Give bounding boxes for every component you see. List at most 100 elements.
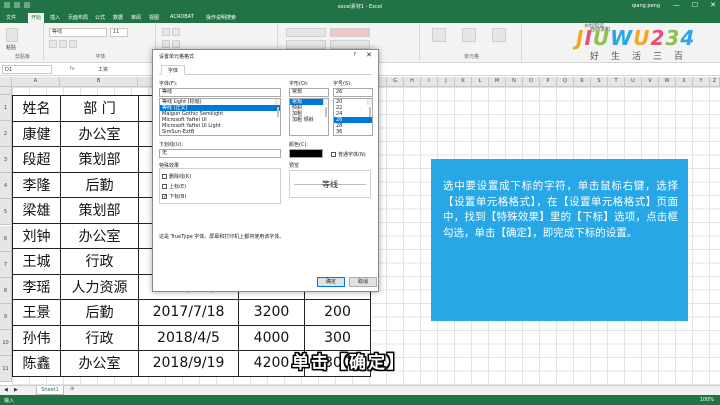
table-cell[interactable]: 段超 [12, 146, 61, 173]
row-header[interactable]: 4 [0, 173, 12, 200]
table-cell[interactable]: 人力资源 [60, 273, 139, 300]
size-input[interactable]: 26 [333, 88, 373, 97]
size-list-scrollbar[interactable] [367, 99, 372, 117]
checkbox-box[interactable] [162, 184, 167, 189]
superscript-checkbox[interactable]: 上标(E) [162, 183, 186, 190]
row-header[interactable]: 10 [0, 329, 12, 356]
font-size-select[interactable]: 11 [110, 28, 128, 37]
row-header[interactable]: 7 [0, 251, 12, 278]
column-header[interactable]: J [438, 77, 455, 87]
strikethrough-checkbox[interactable]: 删除线(K) [162, 173, 191, 180]
size-option[interactable]: 36 [334, 129, 372, 135]
table-cell[interactable]: 陈鑫 [12, 350, 61, 377]
column-header[interactable]: S [591, 77, 608, 87]
column-header[interactable]: A [12, 77, 60, 87]
font-input[interactable]: 等线 [159, 88, 281, 97]
table-cell[interactable]: 行政 [60, 248, 139, 275]
table-cell[interactable]: 3200 [238, 299, 305, 326]
row-header[interactable]: 3 [0, 147, 12, 174]
table-cell[interactable]: 2018/9/19 [138, 350, 239, 377]
column-header[interactable]: Y [693, 77, 710, 87]
table-cell[interactable]: 孙伟 [12, 324, 61, 351]
align-left-icon[interactable] [162, 40, 170, 48]
size-list[interactable]: 20 22 24 26 28 36 [333, 98, 373, 136]
table-cell[interactable]: 李隆 [12, 171, 61, 198]
select-all-corner[interactable] [0, 77, 12, 87]
table-cell[interactable]: 王景 [12, 299, 61, 326]
column-header[interactable]: L [472, 77, 489, 87]
checkbox-box[interactable] [162, 174, 167, 179]
tab-formulas[interactable]: 公式 [95, 14, 105, 21]
maximize-button[interactable]: ☐ [692, 1, 698, 9]
font-name-select[interactable]: 等线 [49, 28, 107, 37]
row-header[interactable]: 8 [0, 277, 12, 304]
row-header[interactable]: 5 [0, 199, 12, 226]
style-note[interactable] [330, 40, 370, 49]
table-header-cell[interactable]: 姓名 [12, 95, 61, 122]
table-cell[interactable]: 王城 [12, 248, 61, 275]
tab-file[interactable]: 文件 [6, 14, 16, 21]
table-cell[interactable]: 策划部 [60, 197, 139, 224]
formula-input[interactable]: 工资 [98, 66, 108, 73]
column-header[interactable]: H [404, 77, 421, 87]
ok-button[interactable]: 确定 [317, 277, 345, 287]
subscript-checkbox[interactable]: ✓ 下标(B) [162, 193, 186, 200]
table-cell[interactable]: 梁雄 [12, 197, 61, 224]
table-cell[interactable]: 刘钟 [12, 222, 61, 249]
dialog-close-button[interactable]: ✕ [366, 51, 372, 59]
table-cell[interactable]: 办公室 [60, 120, 139, 147]
table-cell[interactable]: 4000 [238, 324, 305, 351]
column-header[interactable]: O [523, 77, 540, 87]
row-header[interactable]: 2 [0, 121, 12, 148]
column-header[interactable]: N [506, 77, 523, 87]
fx-icon[interactable]: fx [70, 66, 75, 72]
tab-view[interactable]: 视图 [149, 14, 159, 21]
row-header[interactable]: 9 [0, 303, 12, 330]
font-option[interactable]: SimSun-ExtB [160, 129, 280, 135]
row-header[interactable]: 1 [0, 95, 12, 122]
sheet-tab[interactable]: Sheet1 [36, 386, 64, 395]
table-cell[interactable]: 李瑶 [12, 273, 61, 300]
tab-review[interactable]: 审阅 [131, 14, 141, 21]
normal-font-checkbox[interactable]: 普通字体(N) [331, 151, 366, 158]
insert-cells-icon[interactable] [432, 28, 446, 42]
column-header[interactable]: K [455, 77, 472, 87]
align-middle-icon[interactable] [172, 28, 180, 36]
tab-acrobat[interactable]: ACROBAT [170, 14, 194, 20]
tab-home[interactable]: 开始 [28, 13, 45, 23]
style-normal[interactable] [286, 28, 326, 37]
style-list-scrollbar[interactable] [323, 99, 328, 117]
column-header[interactable]: Z [710, 77, 720, 87]
column-header[interactable]: R [574, 77, 591, 87]
column-header[interactable]: P [540, 77, 557, 87]
style-check[interactable] [286, 40, 326, 49]
tab-insert[interactable]: 插入 [50, 14, 60, 21]
zoom-level[interactable]: 100% [700, 397, 714, 403]
column-header[interactable]: W [659, 77, 676, 87]
tab-page-layout[interactable]: 页面布局 [68, 14, 88, 21]
style-input[interactable]: 常规 [289, 88, 329, 97]
column-header[interactable]: G [387, 77, 404, 87]
column-header[interactable]: V [642, 77, 659, 87]
column-header[interactable]: U [625, 77, 642, 87]
row-header[interactable]: 11 [0, 356, 12, 383]
checkbox-box[interactable] [331, 152, 336, 157]
table-cell[interactable]: 办公室 [60, 350, 139, 377]
table-cell[interactable]: 2017/7/18 [138, 299, 239, 326]
add-sheet-button[interactable]: ⊕ [70, 386, 74, 392]
close-button[interactable]: ✕ [710, 1, 716, 9]
table-cell[interactable]: 后勤 [60, 171, 139, 198]
minimize-button[interactable]: — [673, 1, 680, 9]
underline-icon[interactable] [69, 40, 77, 48]
italic-icon[interactable] [59, 40, 67, 48]
font-list-scrollbar[interactable] [275, 99, 280, 117]
table-cell[interactable]: 康健 [12, 120, 61, 147]
tell-me-search[interactable]: 操作说明搜索 [206, 14, 236, 21]
tab-font[interactable]: 字体 [161, 65, 186, 75]
align-top-icon[interactable] [162, 28, 170, 36]
paste-label[interactable]: 粘贴 [6, 44, 16, 51]
table-header-cell[interactable]: 部 门 [60, 95, 139, 122]
sheet-nav-next-icon[interactable]: ▶ [14, 387, 18, 393]
user-name[interactable]: qiang peng [632, 3, 660, 9]
tab-data[interactable]: 数据 [113, 14, 123, 21]
